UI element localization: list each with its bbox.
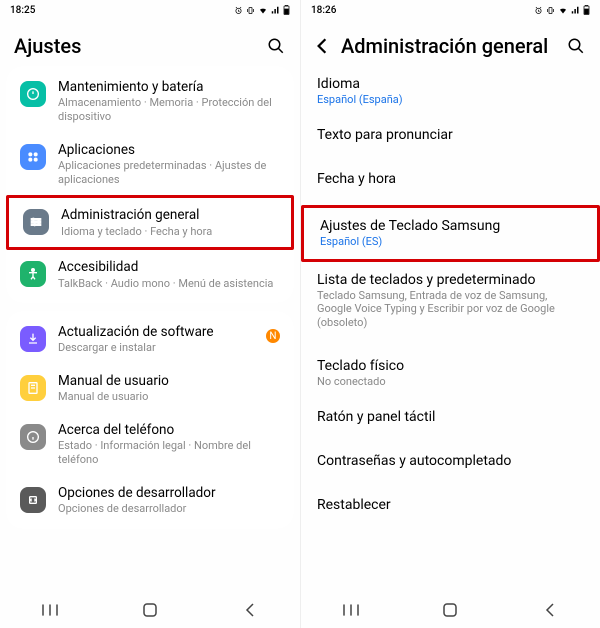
update-icon [20,326,46,352]
signal-icon [271,6,280,15]
row-title: Actualización de software [58,324,280,340]
battery-icon [283,5,290,15]
wifi-icon [558,6,568,15]
row-title: Aplicaciones [58,142,280,158]
row-subtitle: TalkBack · Audio mono · Menú de asistenc… [58,277,280,291]
phone-left: 18:25 Ajustes Mantenimiento y bateríaAlm… [0,0,300,628]
home-button[interactable] [130,600,170,620]
settings-row[interactable]: AplicacionesAplicaciones predeterminadas… [6,133,294,196]
row-title: Lista de teclados y predeterminado [317,272,584,288]
settings-row[interactable]: Acerca del teléfonoEstado · Información … [6,413,294,476]
back-button[interactable] [230,600,270,620]
row-subtitle: Opciones de desarrollador [58,502,280,516]
page-title: Ajustes [14,34,258,58]
row-subtitle: Español (ES) [320,235,581,249]
settings-row[interactable]: Teclado físicoNo conectado [301,348,600,399]
about-icon [20,424,46,450]
status-bar: 18:26 [301,0,600,20]
settings-list: Mantenimiento y bateríaAlmacenamiento · … [0,66,300,592]
settings-group: Mantenimiento y bateríaAlmacenamiento · … [6,66,294,303]
clock: 18:25 [10,5,35,16]
settings-group: Actualización de softwareDescargar e ins… [6,311,294,529]
settings-row[interactable]: Restablecer [301,487,600,523]
search-icon [567,37,585,55]
chevron-left-icon [315,37,329,55]
page-title: Administración general [341,34,558,58]
search-button[interactable] [566,36,586,56]
divider [301,197,600,205]
vibrate-icon [546,6,555,15]
settings-row[interactable]: IdiomaEspañol (España) [301,66,600,117]
row-subtitle: Descargar e instalar [58,341,280,355]
back-button[interactable] [315,37,333,55]
divider [301,479,600,487]
row-title: Acerca del teléfono [58,422,280,438]
row-title: Texto para pronunciar [317,127,584,143]
row-title: Manual de usuario [58,373,280,389]
signal-icon [571,6,580,15]
settings-row[interactable]: Ratón y panel táctil [301,399,600,435]
row-subtitle: Manual de usuario [58,390,280,404]
settings-list: IdiomaEspañol (España) Texto para pronunc… [301,66,600,592]
settings-row[interactable]: Manual de usuarioManual de usuario [6,364,294,413]
settings-row[interactable]: Administración general Idioma y teclado ·… [6,195,294,250]
settings-row[interactable]: Accesibilidad TalkBack · Audio mono · Men… [6,250,294,299]
settings-row[interactable]: Ajustes de Teclado SamsungEspañol (ES) [301,205,600,262]
divider [301,435,600,443]
battery-icon [583,5,590,15]
search-icon [267,37,285,55]
row-subtitle: Teclado Samsung, Entrada de voz de Samsu… [317,289,584,330]
row-subtitle: Aplicaciones predeterminadas · Ajustes d… [58,159,280,187]
dev-icon [20,487,46,513]
clock: 18:26 [311,5,336,16]
back-button[interactable] [530,600,570,620]
settings-row[interactable]: Lista de teclados y predeterminadoTeclad… [301,262,600,340]
manual-icon [20,375,46,401]
divider [301,153,600,161]
row-title: Mantenimiento y batería [58,79,280,95]
row-title: Teclado físico [317,358,584,374]
status-icons [234,5,290,15]
row-subtitle: Almacenamiento · Memoria · Protección de… [58,96,280,124]
settings-row[interactable]: Contraseñas y autocompletado [301,443,600,479]
status-icons [534,5,590,15]
row-title: Ratón y panel táctil [317,409,584,425]
battery-icon [20,81,46,107]
row-title: Opciones de desarrollador [58,485,280,501]
phone-right: 18:26 Administración general IdiomaEspañ… [300,0,600,628]
row-title: Ajustes de Teclado Samsung [320,218,581,234]
wifi-icon [258,6,268,15]
recents-button[interactable] [30,600,70,620]
apps-icon [20,144,46,170]
alarm-icon [234,6,243,15]
row-title: Administración general [61,207,277,223]
settings-row[interactable]: Mantenimiento y bateríaAlmacenamiento · … [6,70,294,133]
home-button[interactable] [430,600,470,620]
row-subtitle: Español (España) [317,93,584,107]
page-header: Ajustes [0,20,300,66]
general-icon [23,209,49,235]
row-subtitle: Estado · Información legal · Nombre del … [58,439,280,467]
row-title: Fecha y hora [317,171,584,187]
navigation-bar [0,592,300,628]
settings-row[interactable]: Fecha y hora [301,161,600,197]
vibrate-icon [246,6,255,15]
navigation-bar [301,592,600,628]
row-title: Restablecer [317,497,584,513]
recents-button[interactable] [331,600,371,620]
accessibility-icon [20,261,46,287]
page-header: Administración general [301,20,600,66]
settings-row[interactable]: Opciones de desarrolladorOpciones de des… [6,476,294,525]
divider [301,340,600,348]
row-title: Contraseñas y autocompletado [317,453,584,469]
settings-row[interactable]: Texto para pronunciar [301,117,600,153]
row-title: Accesibilidad [58,259,280,275]
alarm-icon [534,6,543,15]
row-title: Idioma [317,76,584,92]
row-subtitle: No conectado [317,375,584,389]
row-subtitle: Idioma y teclado · Fecha y hora [61,225,277,239]
settings-row[interactable]: Actualización de softwareDescargar e ins… [6,315,294,364]
search-button[interactable] [266,36,286,56]
status-bar: 18:25 [0,0,300,20]
